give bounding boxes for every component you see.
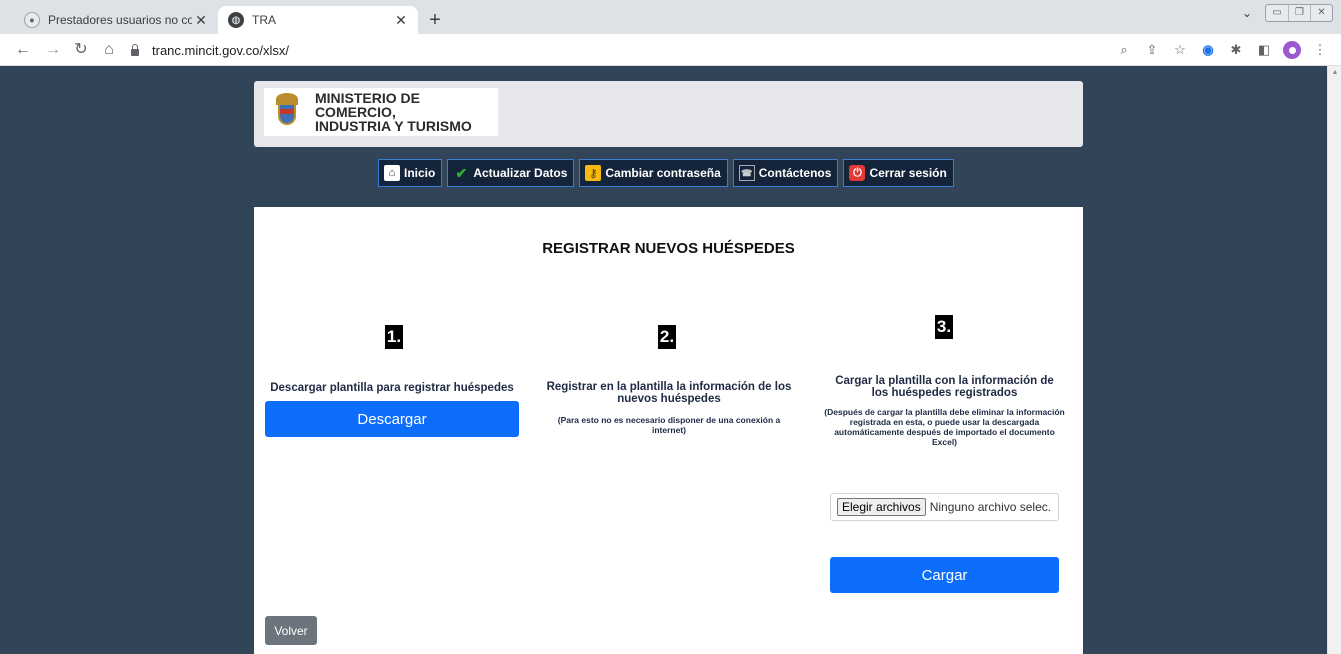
step-3-title: Cargar la plantilla con la información d… bbox=[835, 375, 1054, 399]
menu-item-cambiar-contrasena[interactable]: ⚷ Cambiar contraseña bbox=[579, 159, 728, 187]
upload-button[interactable]: Cargar bbox=[830, 557, 1059, 593]
step-3-number: 3. bbox=[935, 315, 953, 339]
forward-arrow-icon[interactable]: → bbox=[42, 39, 64, 61]
tab-title: Prestadores usuarios no conecta bbox=[48, 13, 192, 27]
tab-tra[interactable]: ◍ TRA ✕ bbox=[218, 6, 418, 34]
new-tab-button[interactable]: + bbox=[424, 10, 446, 32]
power-icon: ⏻ bbox=[849, 165, 866, 181]
file-upload-input[interactable]: Elegir archivos Ninguno archivo selec. bbox=[830, 493, 1059, 521]
extension-icon[interactable]: ◉ bbox=[1197, 39, 1219, 61]
main-menu: ⌂ Inicio ✔ Actualizar Datos ⚷ Cambiar co… bbox=[378, 159, 954, 187]
menu-item-cerrar-sesion[interactable]: ⏻ Cerrar sesión bbox=[843, 159, 954, 187]
url-text: tranc.mincit.gov.co/xlsx/ bbox=[152, 42, 290, 58]
menu-item-actualizar-datos[interactable]: ✔ Actualizar Datos bbox=[447, 159, 575, 187]
main-content: REGISTRAR NUEVOS HUÉSPEDES 1. Descargar … bbox=[254, 207, 1083, 654]
file-status-text: Ninguno archivo selec. bbox=[929, 500, 1052, 514]
back-button[interactable]: Volver bbox=[265, 616, 317, 645]
contact-card-icon: ☎ bbox=[738, 165, 755, 181]
choose-files-button[interactable]: Elegir archivos bbox=[837, 498, 926, 516]
browser-toolbar: ← → ↻ ⌂ tranc.mincit.gov.co/xlsx/ ⌕ ⇪ ☆ … bbox=[0, 34, 1341, 66]
address-bar[interactable]: tranc.mincit.gov.co/xlsx/ bbox=[128, 38, 1118, 62]
browser-tabstrip: ● Prestadores usuarios no conecta ✕ ◍ TR… bbox=[0, 0, 1341, 34]
window-buttons: ▭ ❐ ✕ bbox=[1265, 4, 1333, 22]
chevron-down-icon[interactable]: ⌄ bbox=[1237, 6, 1257, 20]
globe-icon: ● bbox=[24, 12, 40, 28]
page-viewport: MINISTERIO DE COMERCIO, INDUSTRIA Y TURI… bbox=[0, 66, 1341, 654]
close-icon[interactable]: ✕ bbox=[392, 12, 410, 29]
side-panel-icon[interactable]: ◧ bbox=[1253, 39, 1275, 61]
globe-icon: ◍ bbox=[228, 12, 244, 28]
site-header: MINISTERIO DE COMERCIO, INDUSTRIA Y TURI… bbox=[254, 81, 1083, 147]
window-controls: ⌄ ▭ ❐ ✕ bbox=[1237, 4, 1333, 22]
menu-item-inicio[interactable]: ⌂ Inicio bbox=[378, 159, 443, 187]
zoom-icon[interactable]: ⌕ bbox=[1113, 39, 1135, 61]
menu-item-contactenos[interactable]: ☎ Contáctenos bbox=[732, 159, 839, 187]
more-menu-icon[interactable]: ⋮ bbox=[1309, 39, 1331, 61]
step-2-number: 2. bbox=[658, 325, 676, 349]
close-window-icon[interactable]: ✕ bbox=[1310, 5, 1332, 21]
lock-icon[interactable] bbox=[128, 43, 142, 57]
home-icon[interactable]: ⌂ bbox=[98, 39, 120, 61]
step-3-note: (Después de cargar la plantilla debe eli… bbox=[824, 407, 1065, 447]
home-icon: ⌂ bbox=[384, 165, 400, 181]
scrollbar[interactable]: ▲ bbox=[1327, 66, 1341, 654]
tab-prestadores[interactable]: ● Prestadores usuarios no conecta ✕ bbox=[10, 6, 218, 34]
toolbar-icons: ⌕ ⇪ ☆ ◉ ✱ ◧ ⋮ bbox=[1113, 39, 1331, 61]
step-1-title: Descargar plantilla para registrar huésp… bbox=[270, 382, 514, 394]
step-2-title: Registrar en la plantilla la información… bbox=[546, 381, 792, 405]
key-icon: ⚷ bbox=[585, 165, 602, 181]
restore-icon[interactable]: ❐ bbox=[1288, 5, 1310, 21]
step-1-number: 1. bbox=[385, 325, 403, 349]
download-button[interactable]: Descargar bbox=[265, 401, 519, 437]
minimize-icon[interactable]: ▭ bbox=[1266, 5, 1288, 21]
scroll-up-icon[interactable]: ▲ bbox=[1328, 66, 1341, 80]
back-arrow-icon[interactable]: ← bbox=[12, 39, 34, 61]
share-icon[interactable]: ⇪ bbox=[1141, 39, 1163, 61]
coat-of-arms-icon bbox=[272, 93, 301, 131]
reload-icon[interactable]: ↻ bbox=[70, 39, 92, 61]
step-2-note: (Para esto no es necesario disponer de u… bbox=[557, 415, 781, 435]
close-icon[interactable]: ✕ bbox=[192, 12, 210, 29]
ministry-name: MINISTERIO DE COMERCIO, INDUSTRIA Y TURI… bbox=[314, 90, 472, 134]
ministry-logo[interactable]: MINISTERIO DE COMERCIO, INDUSTRIA Y TURI… bbox=[264, 88, 498, 136]
tab-title: TRA bbox=[252, 13, 276, 27]
star-icon[interactable]: ☆ bbox=[1169, 39, 1191, 61]
checkmark-icon: ✔ bbox=[455, 164, 468, 181]
puzzle-icon[interactable]: ✱ bbox=[1225, 39, 1247, 61]
profile-avatar[interactable] bbox=[1283, 41, 1301, 59]
page-title: REGISTRAR NUEVOS HUÉSPEDES bbox=[542, 240, 795, 257]
